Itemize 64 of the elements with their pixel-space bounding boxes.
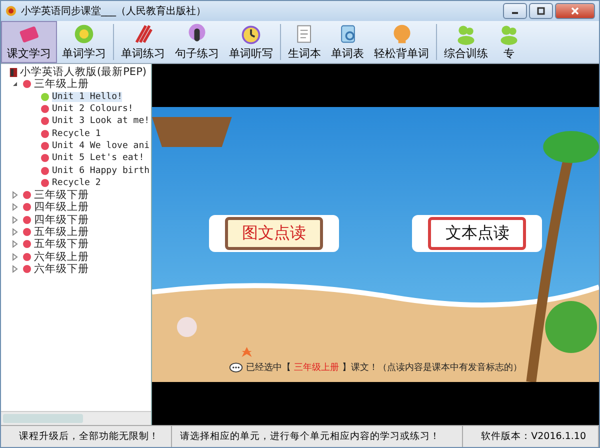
app-icon	[5, 5, 17, 17]
alarm-clock-icon	[240, 23, 262, 45]
close-icon	[570, 7, 580, 15]
status-text: 软件版本：V2016.1.10	[463, 426, 599, 447]
bullet-icon	[23, 228, 31, 236]
expand-arrow-icon[interactable]	[11, 191, 19, 200]
flower-icon	[73, 23, 95, 45]
tree-item[interactable]: 小学英语人教版(最新PEP)	[20, 65, 146, 80]
toolbar-button[interactable]: 句子练习	[170, 21, 224, 63]
bullet-icon	[23, 203, 31, 212]
expand-arrow-icon[interactable]	[11, 228, 19, 236]
tree-item[interactable]: Unit 2 Colours!	[52, 104, 134, 114]
tree-item[interactable]: 六年级上册	[34, 250, 89, 264]
status-text: 请选择相应的单元，进行每个单元相应内容的学习或练习！	[172, 426, 464, 447]
collapse-arrow-icon[interactable]	[11, 80, 19, 88]
shell-drawing	[176, 317, 197, 337]
horizontal-scrollbar[interactable]	[1, 411, 151, 425]
tree-item[interactable]: Unit 1 Hello!	[52, 92, 122, 102]
tree-item[interactable]: 四年级下册	[34, 212, 89, 227]
tree-item[interactable]: 四年级上册	[34, 200, 89, 214]
tree-item[interactable]: Unit 5 Let's eat!	[52, 153, 144, 164]
tree-item[interactable]: 五年级下册	[34, 237, 89, 252]
toolbar-button[interactable]: 单词练习	[116, 21, 170, 63]
selected-book-text: 三年级上册	[294, 362, 339, 374]
tree-item[interactable]: 六年级下册	[34, 262, 89, 276]
minimize-button[interactable]	[503, 3, 527, 19]
bullet-icon	[23, 216, 31, 224]
maximize-button[interactable]	[529, 3, 553, 19]
tree-item[interactable]: Unit 6 Happy birth	[52, 166, 150, 176]
tree-item[interactable]: 三年级上册	[34, 77, 89, 92]
bullet-icon	[23, 264, 31, 273]
tree-item[interactable]: Recycle 1	[52, 128, 101, 139]
toolbar-button[interactable]: 单词听写	[224, 21, 278, 63]
toolbar-button[interactable]: 综合训练	[439, 21, 493, 63]
maximize-icon	[536, 7, 546, 15]
starfish-icon	[242, 347, 252, 357]
hint-text: 已经选中【	[246, 362, 291, 374]
tree-item[interactable]: Unit 4 We love ani	[52, 140, 150, 151]
close-button[interactable]	[555, 3, 595, 19]
bullet-icon	[23, 191, 31, 200]
bullet-icon	[23, 80, 31, 88]
bullet-icon	[23, 252, 31, 261]
hint-text: 】课文！（点读内容是课本中有发音标志的）	[342, 362, 522, 374]
window-title: 小学英语同步课堂___（人民教育出版社）	[21, 4, 207, 18]
tree-item[interactable]: Unit 3 Look at me!	[52, 116, 150, 126]
people-icon	[455, 23, 477, 45]
expand-arrow-icon[interactable]	[11, 264, 19, 273]
toolbar-button[interactable]: 单词学习	[57, 21, 111, 63]
speech-bubble-icon	[229, 362, 243, 373]
bush-drawing	[545, 301, 597, 353]
status-text: 课程升级后，全部功能无限制！	[1, 426, 172, 447]
bullet-icon	[23, 240, 31, 248]
expand-arrow-icon[interactable]	[11, 203, 19, 212]
toolbar-button[interactable]: 课文学习	[1, 21, 57, 63]
tree-item[interactable]: 五年级上册	[34, 225, 89, 240]
tree-item[interactable]: Recycle 2	[52, 178, 101, 188]
expand-arrow-icon[interactable]	[11, 216, 19, 224]
expand-arrow-icon[interactable]	[11, 252, 19, 261]
toolbar-button[interactable]: 专	[493, 21, 525, 63]
toolbar-button[interactable]: 单词表	[326, 21, 369, 63]
toolbar-button[interactable]: 生词本	[283, 21, 326, 63]
toolbar-button[interactable]: 轻松背单词	[369, 21, 434, 63]
expand-arrow-icon[interactable]	[11, 240, 19, 248]
tree-item[interactable]: 三年级下册	[34, 188, 89, 202]
